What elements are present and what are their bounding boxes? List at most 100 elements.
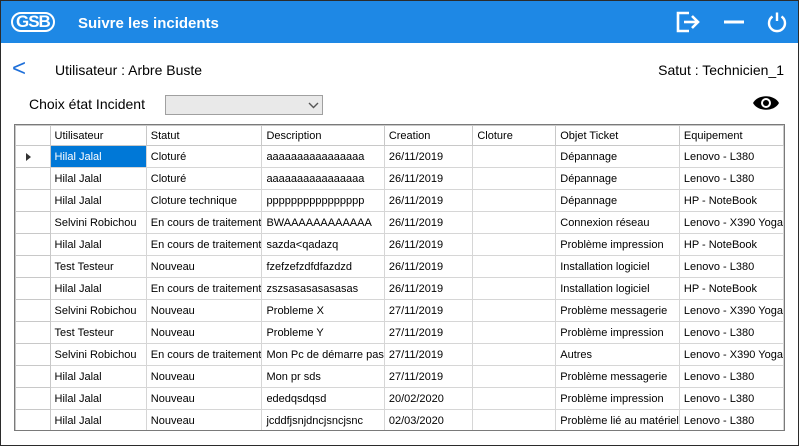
table-cell[interactable]: 27/11/2019 — [383, 365, 474, 388]
table-cell[interactable]: Lenovo - X390 Yoga — [678, 343, 784, 366]
row-header[interactable] — [15, 211, 51, 234]
row-header[interactable] — [15, 321, 51, 344]
table-cell[interactable]: Selvini Robichou — [49, 343, 147, 366]
table-cell[interactable]: Problème impression — [555, 387, 680, 410]
table-cell[interactable]: 26/11/2019 — [383, 167, 474, 190]
table-cell[interactable]: HP - NoteBook — [678, 233, 784, 256]
table-cell[interactable]: En cours de traitement — [145, 211, 263, 234]
table-cell[interactable]: jcddfjsnjdncjsncjsnc — [261, 409, 385, 430]
incidents-grid[interactable]: Utilisateur Statut Description Creation … — [14, 124, 785, 431]
row-header[interactable] — [15, 233, 51, 256]
table-cell[interactable]: 26/11/2019 — [383, 145, 474, 168]
table-cell[interactable]: Lenovo - L380 — [678, 365, 784, 388]
table-cell[interactable]: Hilal Jalal — [49, 365, 147, 388]
table-cell[interactable]: Hilal Jalal — [49, 409, 147, 430]
table-row[interactable]: Hilal Jalal Cloture technique pppppppppppp… — [15, 189, 784, 212]
table-cell[interactable]: Mon Pc de démarre pas — [261, 343, 385, 366]
table-cell[interactable]: Hilal Jalal — [49, 145, 147, 168]
table-cell[interactable]: Nouveau — [145, 365, 263, 388]
row-header[interactable] — [15, 189, 51, 212]
table-cell[interactable]: Selvini Robichou — [49, 299, 147, 322]
table-cell[interactable]: Cloturé — [145, 167, 263, 190]
table-cell[interactable]: ededqsdqsd — [261, 387, 385, 410]
table-row[interactable]: Hilal Jalal En cours de traitement sazda<q… — [15, 233, 784, 256]
table-row[interactable]: Selvini Robichou Nouveau Probleme X 27/11/2… — [15, 299, 784, 322]
logout-icon[interactable] — [675, 9, 701, 35]
table-row[interactable]: Selvini Robichou En cours de traitement Mo… — [15, 343, 784, 366]
table-cell[interactable]: Installation logiciel — [555, 255, 680, 278]
column-header[interactable]: Description — [261, 125, 385, 146]
table-cell[interactable]: 27/11/2019 — [383, 299, 474, 322]
table-cell[interactable] — [472, 409, 557, 430]
table-cell[interactable]: Mon pr sds — [261, 365, 385, 388]
table-row[interactable]: Selvini Robichou En cours de traitement BW… — [15, 211, 784, 234]
row-header[interactable] — [15, 387, 51, 410]
table-cell[interactable]: Autres — [555, 343, 680, 366]
table-cell[interactable]: Selvini Robichou — [49, 211, 147, 234]
minimize-icon[interactable] — [721, 9, 747, 35]
table-cell[interactable]: aaaaaaaaaaaaaaaa — [261, 167, 385, 190]
table-cell[interactable]: Connexion réseau — [555, 211, 680, 234]
table-cell[interactable]: 26/11/2019 — [383, 189, 474, 212]
table-cell[interactable]: Lenovo - X390 Yoga — [678, 211, 784, 234]
back-button[interactable]: < — [12, 57, 26, 81]
table-cell[interactable]: HP - NoteBook — [678, 189, 784, 212]
table-cell[interactable] — [472, 365, 557, 388]
row-header[interactable] — [15, 299, 51, 322]
table-cell[interactable]: pppppppppppppppp — [261, 189, 385, 212]
table-cell[interactable]: Probleme Y — [261, 321, 385, 344]
table-cell[interactable]: Hilal Jalal — [49, 387, 147, 410]
table-row[interactable]: Test Testeur Nouveau fzefzefzdfdfazdzd 26/1… — [15, 255, 784, 278]
table-cell[interactable]: 26/11/2019 — [383, 211, 474, 234]
table-cell[interactable]: Lenovo - L380 — [678, 387, 784, 410]
row-header[interactable] — [15, 409, 51, 430]
table-cell[interactable]: Hilal Jalal — [49, 233, 147, 256]
table-cell[interactable]: Problème impression — [555, 321, 680, 344]
table-cell[interactable]: En cours de traitement — [145, 233, 263, 256]
table-cell[interactable]: Hilal Jalal — [49, 189, 147, 212]
row-header[interactable] — [15, 255, 51, 278]
table-cell[interactable]: Nouveau — [145, 409, 263, 430]
table-cell[interactable]: Nouveau — [145, 299, 263, 322]
table-cell[interactable]: Cloturé — [145, 145, 263, 168]
table-cell[interactable]: 27/11/2019 — [383, 343, 474, 366]
table-cell[interactable] — [472, 343, 557, 366]
table-cell[interactable]: 26/11/2019 — [383, 255, 474, 278]
table-cell[interactable] — [472, 277, 557, 300]
table-cell[interactable]: Lenovo - L380 — [678, 409, 784, 430]
table-cell[interactable]: Hilal Jalal — [49, 277, 147, 300]
row-header[interactable] — [15, 365, 51, 388]
table-cell[interactable]: 20/02/2020 — [383, 387, 474, 410]
column-header[interactable]: Statut — [145, 125, 263, 146]
table-row[interactable]: Hilal Jalal Nouveau ededqsdqsd 20/02/2020 Pr… — [15, 387, 784, 410]
table-cell[interactable]: HP - NoteBook — [678, 277, 784, 300]
row-header[interactable] — [15, 277, 51, 300]
table-cell[interactable]: 26/11/2019 — [383, 277, 474, 300]
row-header[interactable] — [15, 167, 51, 190]
table-cell[interactable]: Problème messagerie — [555, 299, 680, 322]
table-row[interactable]: Hilal Jalal En cours de traitement zszsasa… — [15, 277, 784, 300]
table-cell[interactable] — [472, 167, 557, 190]
table-cell[interactable]: 02/03/2020 — [383, 409, 474, 430]
table-cell[interactable]: En cours de traitement — [145, 343, 263, 366]
column-header[interactable]: Objet Ticket — [555, 125, 680, 146]
table-cell[interactable]: Dépannage — [555, 189, 680, 212]
table-row[interactable]: Hilal Jalal Nouveau jcddfjsnjdncjsncjsnc 02… — [15, 409, 784, 430]
table-cell[interactable]: Lenovo - L380 — [678, 255, 784, 278]
table-row[interactable]: Hilal Jalal Cloturé aaaaaaaaaaaaaaaa 26/11/… — [15, 145, 784, 168]
table-row[interactable]: Hilal Jalal Nouveau Mon pr sds 27/11/2019 Pr… — [15, 365, 784, 388]
table-cell[interactable]: Installation logiciel — [555, 277, 680, 300]
table-cell[interactable]: Test Testeur — [49, 255, 147, 278]
table-cell[interactable]: Lenovo - L380 — [678, 321, 784, 344]
table-cell[interactable]: BWAAAAAAAAAAAA — [261, 211, 385, 234]
column-header[interactable]: Utilisateur — [49, 125, 147, 146]
table-row[interactable]: Test Testeur Nouveau Probleme Y 27/11/2019 P… — [15, 321, 784, 344]
power-icon[interactable] — [764, 9, 790, 35]
table-cell[interactable]: Nouveau — [145, 321, 263, 344]
table-cell[interactable]: Problème impression — [555, 233, 680, 256]
column-header[interactable]: Equipement — [678, 125, 784, 146]
table-cell[interactable] — [472, 321, 557, 344]
table-cell[interactable]: Problème messagerie — [555, 365, 680, 388]
table-cell[interactable]: fzefzefzdfdfazdzd — [261, 255, 385, 278]
row-header[interactable] — [15, 145, 51, 168]
